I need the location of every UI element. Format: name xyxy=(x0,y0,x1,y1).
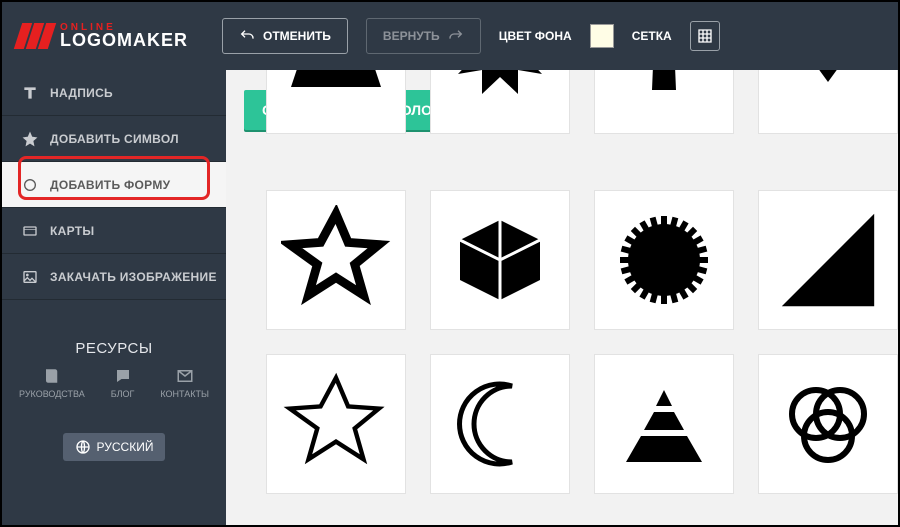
resource-blog[interactable]: БЛОГ xyxy=(111,367,135,399)
card-icon xyxy=(22,223,38,239)
logo: ONLINE LOGOMAKER xyxy=(18,23,188,50)
book-icon xyxy=(43,367,61,385)
grid-label: СЕТКА xyxy=(632,29,672,43)
star-icon xyxy=(22,131,38,147)
comment-icon xyxy=(114,367,132,385)
main-area: СМ. БОЛЬШЕ СИМВОЛОВ ... xyxy=(226,70,898,525)
sidebar-item-label: ДОБАВИТЬ СИМВОЛ xyxy=(50,132,179,146)
grid-toggle-button[interactable] xyxy=(690,21,720,51)
circle-icon xyxy=(22,177,38,193)
redo-button[interactable]: ВЕРНУТЬ xyxy=(366,18,481,54)
shape-burst[interactable] xyxy=(430,70,570,134)
resource-label: БЛОГ xyxy=(111,389,135,399)
shape-cube[interactable] xyxy=(430,190,570,330)
grid-icon xyxy=(697,28,713,44)
redo-label: ВЕРНУТЬ xyxy=(383,29,440,43)
sidebar-item-cards[interactable]: КАРТЫ xyxy=(2,208,226,254)
sidebar-item-symbol[interactable]: ДОБАВИТЬ СИМВОЛ xyxy=(2,116,226,162)
shape-arrow-up[interactable] xyxy=(594,70,734,134)
resource-guides[interactable]: РУКОВОДСТВА xyxy=(19,367,85,399)
language-button[interactable]: РУССКИЙ xyxy=(63,433,166,461)
topbar: ONLINE LOGOMAKER ОТМЕНИТЬ ВЕРНУТЬ ЦВЕТ Ф… xyxy=(2,2,898,70)
shape-crescent[interactable] xyxy=(430,354,570,494)
sidebar-item-upload[interactable]: ЗАКАЧАТЬ ИЗОБРАЖЕНИЕ xyxy=(2,254,226,300)
sidebar-item-label: ЗАКАЧАТЬ ИЗОБРАЖЕНИЕ xyxy=(50,270,217,284)
shape-star-outline-thin[interactable] xyxy=(266,354,406,494)
shape-venn[interactable] xyxy=(758,354,898,494)
shapes-grid xyxy=(266,190,898,494)
resource-contacts[interactable]: КОНТАКТЫ xyxy=(160,367,209,399)
resources-section: РЕСУРСЫ РУКОВОДСТВА БЛОГ КОНТАКТЫ РУССКИ… xyxy=(2,340,226,495)
resource-label: КОНТАКТЫ xyxy=(160,389,209,399)
resource-label: РУКОВОДСТВА xyxy=(19,389,85,399)
undo-button[interactable]: ОТМЕНИТЬ xyxy=(222,18,348,54)
bg-color-swatch[interactable] xyxy=(590,24,614,48)
mail-icon xyxy=(176,367,194,385)
shape-gear-circle[interactable] xyxy=(594,190,734,330)
language-label: РУССКИЙ xyxy=(97,440,154,454)
image-icon xyxy=(22,269,38,285)
bg-color-label: ЦВЕТ ФОНА xyxy=(499,29,572,43)
sidebar: НАДПИСЬ ДОБАВИТЬ СИМВОЛ ДОБАВИТЬ ФОРМУ К… xyxy=(2,70,226,525)
undo-label: ОТМЕНИТЬ xyxy=(263,29,331,43)
shape-triangle-right[interactable] xyxy=(758,190,898,330)
globe-icon xyxy=(75,439,91,455)
shape-trapezoid[interactable] xyxy=(266,70,406,134)
undo-icon xyxy=(239,28,255,44)
text-icon xyxy=(22,85,38,101)
resources-heading: РЕСУРСЫ xyxy=(2,340,226,357)
sidebar-item-label: КАРТЫ xyxy=(50,224,94,238)
logo-line2: LOGOMAKER xyxy=(60,32,188,49)
sidebar-item-text[interactable]: НАДПИСЬ xyxy=(2,70,226,116)
shape-star-outline[interactable] xyxy=(266,190,406,330)
sidebar-item-label: НАДПИСЬ xyxy=(50,86,113,100)
redo-icon xyxy=(448,28,464,44)
sidebar-item-label: ДОБАВИТЬ ФОРМУ xyxy=(50,178,170,192)
sidebar-item-shape[interactable]: ДОБАВИТЬ ФОРМУ xyxy=(2,162,226,208)
shape-caret-down[interactable] xyxy=(758,70,898,134)
logo-mark-icon xyxy=(18,23,54,49)
shapes-row-partial xyxy=(266,70,898,134)
shape-pyramid[interactable] xyxy=(594,354,734,494)
